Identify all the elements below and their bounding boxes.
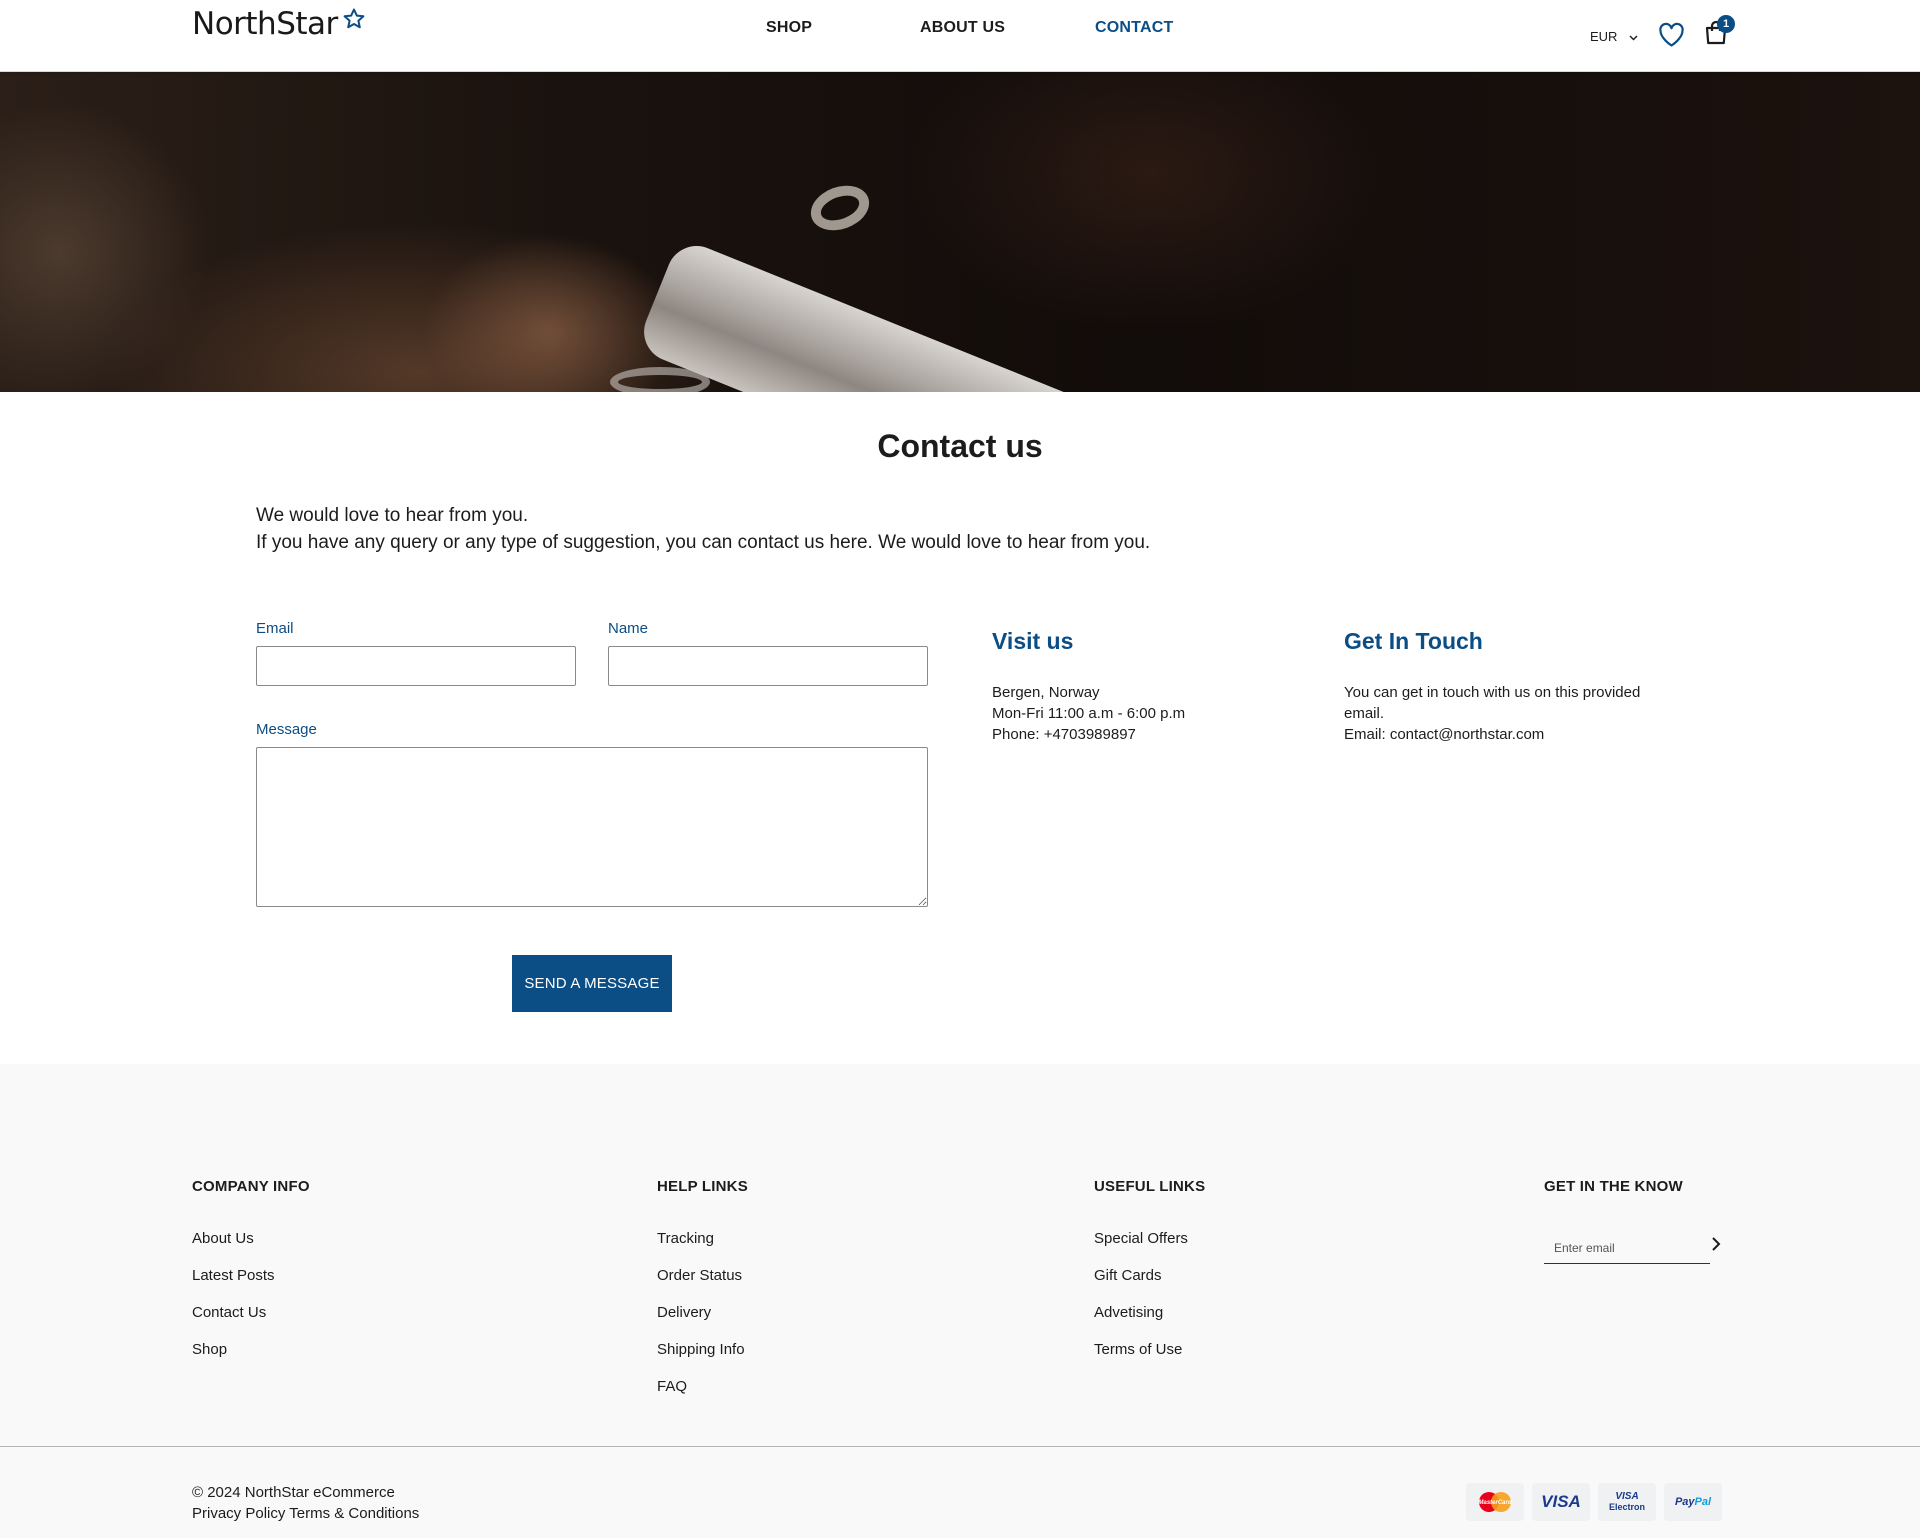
visa-icon: VISA: [1532, 1483, 1590, 1521]
heart-icon[interactable]: [1658, 22, 1685, 53]
message-field[interactable]: [256, 747, 928, 907]
cart-count-badge: 1: [1717, 15, 1735, 33]
hours-text: Mon-Fri 11:00 a.m - 6:00 p.m: [992, 705, 1186, 722]
get-in-touch-details: You can get in touch with us on this pro…: [1344, 682, 1684, 745]
visa-electron-top: VISA: [1615, 1491, 1639, 1502]
footer-link[interactable]: Latest Posts: [192, 1267, 275, 1304]
visa-label: VISA: [1541, 1492, 1581, 1511]
copyright-text: © 2024 NorthStar eCommerce: [192, 1484, 395, 1501]
get-in-touch-heading: Get In Touch: [1344, 628, 1483, 654]
name-label: Name: [608, 620, 649, 637]
footer-divider: [0, 1446, 1920, 1447]
footer-link[interactable]: Contact Us: [192, 1304, 275, 1341]
paypal-label-a: Pay: [1674, 1496, 1695, 1508]
send-message-button[interactable]: SEND A MESSAGE: [512, 955, 672, 1012]
email-label: Email: [256, 620, 294, 637]
intro-line: If you have any query or any type of sug…: [256, 532, 1151, 553]
intro-text: We would love to hear from you. If you h…: [256, 502, 1150, 556]
nav-shop[interactable]: SHOP: [766, 19, 812, 37]
hero-image: [0, 72, 1920, 392]
chevron-down-icon: [1629, 29, 1638, 44]
paypal-label-b: Pal: [1694, 1496, 1712, 1508]
footer-heading-company: COMPANY INFO: [192, 1178, 310, 1195]
footer-link[interactable]: Tracking: [657, 1230, 745, 1267]
footer-heading-useful: USEFUL LINKS: [1094, 1178, 1206, 1195]
nav-about-us[interactable]: ABOUT US: [920, 19, 1005, 37]
footer-heading-help: HELP LINKS: [657, 1178, 748, 1195]
currency-value: EUR: [1590, 29, 1618, 44]
footer-link[interactable]: Special Offers: [1094, 1230, 1188, 1267]
footer-link[interactable]: Shipping Info: [657, 1341, 745, 1378]
currency-selector[interactable]: EUR: [1590, 29, 1638, 44]
footer-link[interactable]: Terms of Use: [1094, 1341, 1188, 1378]
chevron-right-icon[interactable]: [1710, 1234, 1722, 1259]
visit-us-heading: Visit us: [992, 628, 1074, 654]
name-field[interactable]: [608, 646, 928, 686]
page-title: Contact us: [877, 428, 1043, 464]
paypal-icon: Pay Pal: [1664, 1483, 1722, 1521]
footer-link[interactable]: FAQ: [657, 1378, 745, 1415]
hero-ring-shape: [804, 178, 876, 238]
mastercard-label: MasterCard: [1478, 1500, 1511, 1506]
footer-heading-newsletter: GET IN THE KNOW: [1544, 1178, 1683, 1195]
mastercard-icon: MasterCard: [1466, 1483, 1524, 1521]
footer-links-company: About Us Latest Posts Contact Us Shop: [192, 1230, 275, 1378]
legal-links[interactable]: Privacy Policy Terms & Conditions: [192, 1503, 419, 1524]
email-field[interactable]: [256, 646, 576, 686]
footer-link[interactable]: About Us: [192, 1230, 275, 1267]
footer-link[interactable]: Order Status: [657, 1267, 745, 1304]
footer-links-help: Tracking Order Status Delivery Shipping …: [657, 1230, 745, 1415]
hero-ring-shape: [610, 367, 710, 392]
get-in-touch-text: You can get in touch with us on this pro…: [1344, 684, 1641, 722]
footer-links-useful: Special Offers Gift Cards Advetising Ter…: [1094, 1230, 1188, 1378]
nav-contact[interactable]: CONTACT: [1095, 19, 1173, 37]
message-label: Message: [256, 721, 317, 738]
visa-electron-icon: VISA Electron: [1598, 1483, 1656, 1521]
footer-link[interactable]: Shop: [192, 1341, 275, 1378]
phone-text: Phone: +4703989897: [992, 726, 1136, 743]
visa-electron-bottom: Electron: [1608, 1502, 1645, 1512]
footer-link[interactable]: Gift Cards: [1094, 1267, 1188, 1304]
copyright-block: © 2024 NorthStar eCommerce Privacy Polic…: [192, 1482, 419, 1524]
newsletter-email-input[interactable]: [1544, 1232, 1710, 1264]
site-footer: [0, 1064, 1920, 1538]
intro-line: We would love to hear from you.: [256, 505, 529, 526]
site-header: NorthStar SHOP ABOUT US CONTACT EUR 1: [0, 0, 1920, 72]
contact-email-text[interactable]: Email: contact@northstar.com: [1344, 724, 1684, 745]
address-text: Bergen, Norway: [992, 684, 1100, 701]
hero-phone-shape: [635, 237, 1163, 392]
visit-us-details: Bergen, Norway Mon-Fri 11:00 a.m - 6:00 …: [992, 682, 1292, 745]
footer-link[interactable]: Delivery: [657, 1304, 745, 1341]
footer-link[interactable]: Advetising: [1094, 1304, 1188, 1341]
